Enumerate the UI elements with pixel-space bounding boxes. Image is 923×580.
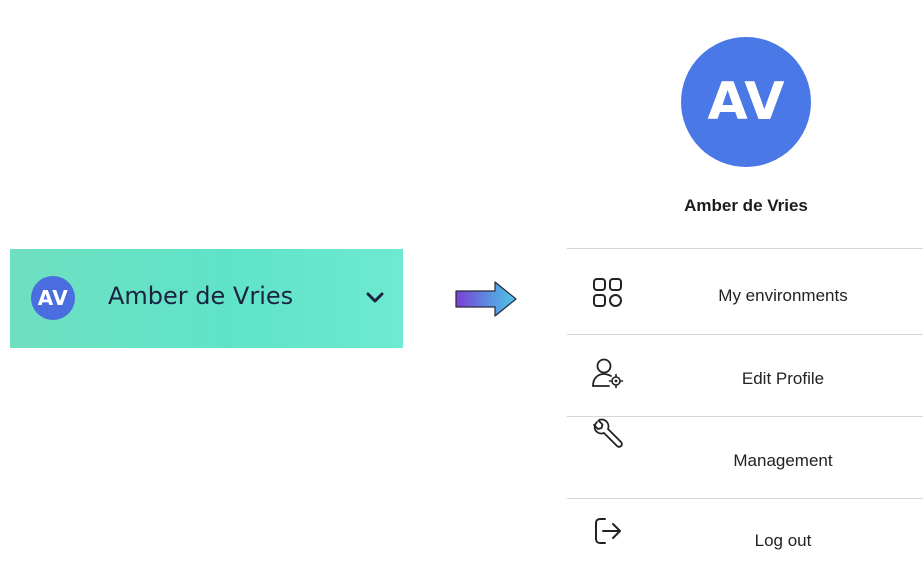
profile-name: Amber de Vries [684,196,808,215]
divider [567,248,923,249]
menu-item-label: Edit Profile [741,369,825,388]
user-settings-icon [592,358,624,389]
menu-item-edit-profile[interactable]: Edit Profile [567,337,923,417]
user-menu-toggle[interactable]: AV Amber de Vries [10,249,403,348]
menu-item-label: Management [733,451,833,470]
divider [567,334,923,335]
menu-item-label: My environments [718,286,848,305]
divider [567,498,923,499]
menu-item-log-out[interactable]: Log out [567,500,923,580]
profile-avatar: AV [681,37,811,167]
arrow-right-icon [455,281,517,317]
menu-item-my-environments[interactable]: My environments [567,255,923,335]
logout-icon [595,518,621,544]
chevron-down-icon [366,292,384,303]
menu-item-label: Log out [754,531,812,550]
user-name: Amber de Vries [108,282,294,310]
grid-icon [593,278,622,307]
menu-item-management[interactable]: Management [567,418,923,498]
avatar: AV [31,276,75,320]
divider [567,416,923,417]
wrench-icon [593,418,623,448]
